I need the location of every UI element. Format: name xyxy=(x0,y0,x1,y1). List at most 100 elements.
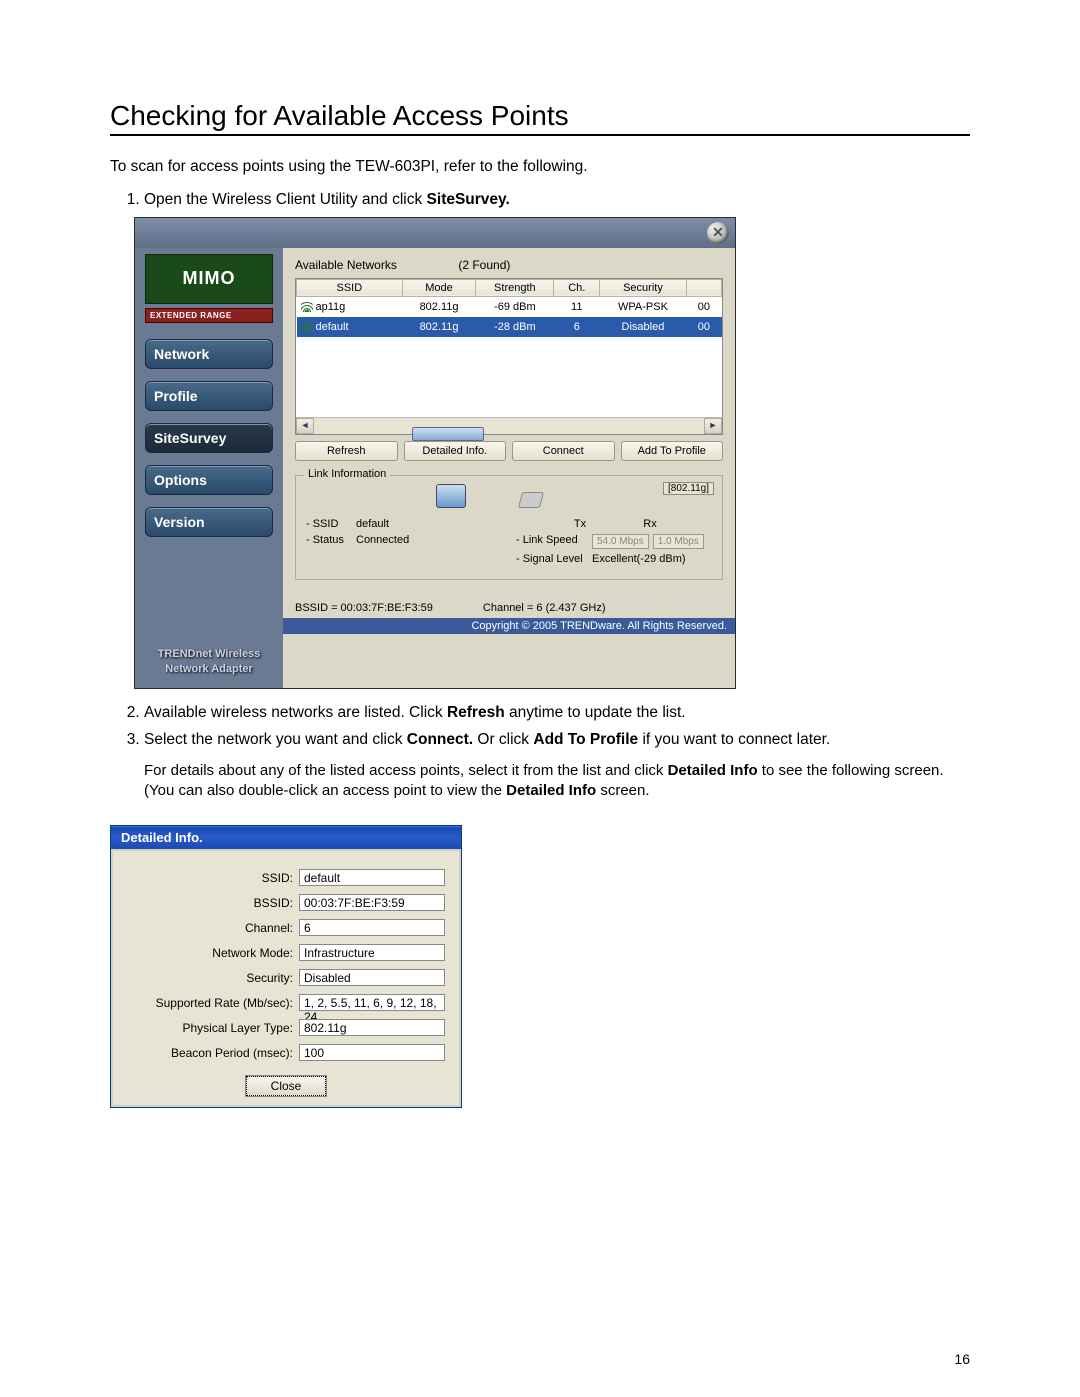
dvalue-beacon[interactable]: 100 xyxy=(299,1044,445,1061)
link-info-legend: Link Information xyxy=(304,468,390,480)
table-row-empty xyxy=(297,377,722,397)
dvalue-bssid[interactable]: 00:03:7F:BE:F3:59 xyxy=(299,894,445,911)
dvalue-supported-rate[interactable]: 1, 2, 5.5, 11, 6, 9, 12, 18, 24 xyxy=(299,994,445,1011)
detailed-info-button[interactable]: Detailed Info. xyxy=(404,441,507,461)
dlabel-security: Security: xyxy=(127,971,299,985)
cell-ssid: default xyxy=(316,321,349,333)
step2-text-c: anytime to update the list. xyxy=(505,704,686,721)
link-speed-label: - Link Speed xyxy=(516,534,592,549)
refresh-button[interactable]: Refresh xyxy=(295,441,398,461)
cell-strength: -69 dBm xyxy=(476,296,554,317)
signal-value: Excellent(-29 dBm) xyxy=(592,553,686,565)
cell-ext: 00 xyxy=(686,317,721,337)
dvalue-phy-layer[interactable]: 802.11g xyxy=(299,1019,445,1036)
step3-bold-b: Connect. xyxy=(407,731,473,748)
rx-value: 1.0 Mbps xyxy=(653,534,704,549)
scroll-right-icon[interactable]: ► xyxy=(704,418,722,434)
table-row-empty xyxy=(297,337,722,357)
col-ext[interactable] xyxy=(686,279,721,296)
table-row-empty xyxy=(297,357,722,377)
cell-security: Disabled xyxy=(600,317,686,337)
dlabel-bssid: BSSID: xyxy=(127,896,299,910)
step3-text-a: Select the network you want and click xyxy=(144,731,407,748)
detail-titlebar: Detailed Info. xyxy=(111,826,461,849)
dlabel-ssid: SSID: xyxy=(127,871,299,885)
dvalue-security[interactable]: Disabled xyxy=(299,969,445,986)
sidebar-footer: TRENDnet Wireless Network Adapter xyxy=(145,647,273,678)
note-b: Detailed Info xyxy=(668,762,758,779)
dlabel-phy-layer: Physical Layer Type: xyxy=(127,1021,299,1035)
col-mode[interactable]: Mode xyxy=(402,279,476,296)
networks-table: SSID Mode Strength Ch. Security ap11g 80… xyxy=(295,278,723,435)
rx-label: Rx xyxy=(636,518,664,530)
found-count: (2 Found) xyxy=(458,258,510,272)
link-information-panel: Link Information [802.11g] - SSIDdefault… xyxy=(295,475,723,580)
add-to-profile-button[interactable]: Add To Profile xyxy=(621,441,724,461)
col-security[interactable]: Security xyxy=(600,279,686,296)
tx-label: Tx xyxy=(566,518,594,530)
nav-profile[interactable]: Profile xyxy=(145,381,273,411)
ssid-label: - SSID xyxy=(306,518,356,530)
wifi-icon xyxy=(301,302,313,312)
cell-strength: -28 dBm xyxy=(476,317,554,337)
dvalue-channel[interactable]: 6 xyxy=(299,919,445,936)
nav-network[interactable]: Network xyxy=(145,339,273,369)
col-strength[interactable]: Strength xyxy=(476,279,554,296)
intro-text: To scan for access points using the TEW-… xyxy=(110,158,970,176)
bssid-text: BSSID = 00:03:7F:BE:F3:59 xyxy=(295,602,433,614)
status-label: - Status xyxy=(306,534,356,546)
col-ssid[interactable]: SSID xyxy=(297,279,403,296)
cell-mode: 802.11g xyxy=(402,317,476,337)
cell-mode: 802.11g xyxy=(402,296,476,317)
dlabel-supported-rate: Supported Rate (Mb/sec): xyxy=(127,996,299,1010)
note-a: For details about any of the listed acce… xyxy=(144,762,668,779)
dlabel-beacon: Beacon Period (msec): xyxy=(127,1046,299,1060)
footer-line2: Network Adapter xyxy=(145,662,273,677)
logo-text: MIMO xyxy=(183,268,236,289)
copyright-text: Copyright © 2005 TRENDware. All Rights R… xyxy=(283,618,735,634)
tx-value: 54.0 Mbps xyxy=(592,534,649,549)
dvalue-ssid[interactable]: default xyxy=(299,869,445,886)
step3-text-c: Or click xyxy=(473,731,533,748)
step2-text-a: Available wireless networks are listed. … xyxy=(144,704,447,721)
page-number: 16 xyxy=(954,1351,970,1367)
cell-ch: 6 xyxy=(554,317,600,337)
step1-bold: SiteSurvey. xyxy=(427,191,510,208)
table-row-empty xyxy=(297,397,722,417)
horizontal-scrollbar[interactable]: ◄ ► xyxy=(296,417,722,434)
nav-version[interactable]: Version xyxy=(145,507,273,537)
nav-sitesurvey[interactable]: SiteSurvey xyxy=(145,423,273,453)
mimo-logo: MIMO xyxy=(145,254,273,304)
table-row-selected[interactable]: default 802.11g -28 dBm 6 Disabled 00 xyxy=(297,317,722,337)
main-panel: Available Networks (2 Found) SSID Mode S… xyxy=(283,248,735,688)
footer-line1: TRENDnet Wireless xyxy=(145,647,273,662)
scroll-left-icon[interactable]: ◄ xyxy=(296,418,314,434)
scroll-thumb[interactable] xyxy=(412,427,484,441)
step3-bold-d: Add To Profile xyxy=(533,731,638,748)
available-networks-label: Available Networks xyxy=(295,258,455,272)
wireless-utility-window: ✕ MIMO EXTENDED RANGE Network Profile Si… xyxy=(134,217,736,689)
cell-security: WPA-PSK xyxy=(600,296,686,317)
step1-text: Open the Wireless Client Utility and cli… xyxy=(144,191,427,208)
cell-ch: 11 xyxy=(554,296,600,317)
sidebar: MIMO EXTENDED RANGE Network Profile Site… xyxy=(135,248,283,688)
cell-ssid: ap11g xyxy=(316,301,346,313)
col-channel[interactable]: Ch. xyxy=(554,279,600,296)
status-value: Connected xyxy=(356,534,409,546)
connect-button[interactable]: Connect xyxy=(512,441,615,461)
nav-options[interactable]: Options xyxy=(145,465,273,495)
disk-icon xyxy=(518,492,544,508)
computer-icon xyxy=(436,484,466,508)
close-button[interactable]: Close xyxy=(246,1076,327,1096)
step-3: Select the network you want and click Co… xyxy=(144,730,970,751)
dlabel-channel: Channel: xyxy=(127,921,299,935)
note-paragraph: For details about any of the listed acce… xyxy=(144,761,970,802)
table-row[interactable]: ap11g 802.11g -69 dBm 11 WPA-PSK 00 xyxy=(297,296,722,317)
note-d: Detailed Info xyxy=(506,782,596,799)
detailed-info-window: Detailed Info. SSID:default BSSID:00:03:… xyxy=(110,825,462,1108)
close-icon[interactable]: ✕ xyxy=(707,222,729,244)
step-1: Open the Wireless Client Utility and cli… xyxy=(144,190,970,211)
app-titlebar: ✕ xyxy=(135,218,735,248)
page-title: Checking for Available Access Points xyxy=(110,100,970,136)
dvalue-network-mode[interactable]: Infrastructure xyxy=(299,944,445,961)
